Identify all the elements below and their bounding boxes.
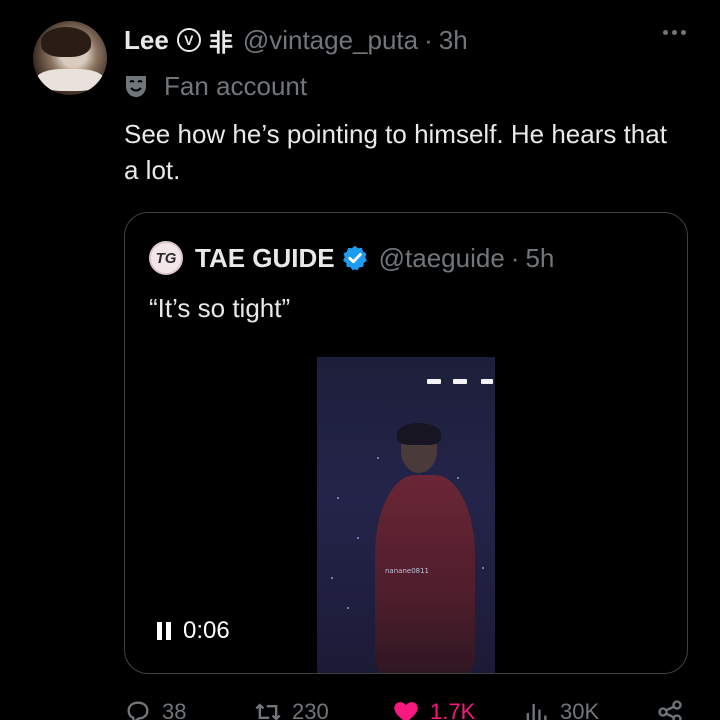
tweet-timestamp[interactable]: 3h bbox=[439, 25, 468, 56]
sparkle bbox=[347, 607, 349, 609]
avatar-hair bbox=[41, 27, 91, 57]
views-button[interactable]: 30K bbox=[522, 698, 599, 720]
reply-icon bbox=[127, 701, 149, 720]
heart-icon bbox=[394, 702, 418, 720]
name-glyph: 非 bbox=[208, 29, 233, 57]
video-controls: 0:06 bbox=[157, 617, 230, 645]
avatar-hand bbox=[37, 69, 103, 91]
stage-light bbox=[427, 379, 441, 384]
sparkle bbox=[377, 457, 379, 459]
quoted-separator-dot: · bbox=[510, 242, 520, 273]
pause-icon[interactable] bbox=[157, 622, 171, 640]
theater-mask-icon bbox=[126, 76, 146, 97]
v-badge-icon: V bbox=[176, 28, 201, 52]
author-handle[interactable]: @vintage_puta bbox=[243, 25, 418, 56]
sparkle bbox=[331, 577, 333, 579]
like-button[interactable]: 1.7K bbox=[392, 698, 475, 720]
verified-badge-icon bbox=[342, 245, 367, 271]
video-elapsed-time: 0:06 bbox=[183, 617, 230, 644]
share-button[interactable] bbox=[656, 698, 694, 720]
sparkle bbox=[337, 497, 339, 499]
share-icon bbox=[658, 700, 682, 720]
video-player[interactable]: nanane0811 bbox=[317, 357, 495, 673]
author-avatar[interactable] bbox=[33, 21, 107, 95]
quoted-author-handle[interactable]: @taeguide bbox=[379, 243, 505, 274]
fan-account-text: Fan account bbox=[164, 70, 308, 101]
quoted-tweet-header: TG TAE GUIDE @taeguide · 5h bbox=[149, 241, 554, 275]
retweet-icon bbox=[255, 703, 281, 720]
views-chart-icon bbox=[526, 703, 547, 720]
sparkle bbox=[482, 567, 484, 569]
views-count: 30K bbox=[560, 699, 600, 720]
quoted-author-name[interactable]: TAE GUIDE bbox=[195, 243, 335, 274]
reply-button[interactable]: 38 bbox=[124, 698, 186, 720]
reply-count: 38 bbox=[162, 699, 187, 720]
tweet-actions: 38 230 1.7K 30K bbox=[124, 698, 694, 720]
separator-dot: · bbox=[424, 24, 433, 55]
more-options-icon[interactable] bbox=[663, 30, 686, 35]
performer-hair bbox=[397, 423, 441, 445]
sparkle bbox=[457, 477, 459, 479]
tweet-header: Lee V 非 @vintage_puta · 3h bbox=[124, 24, 468, 57]
like-count: 1.7K bbox=[430, 699, 476, 720]
sparkle bbox=[357, 537, 359, 539]
author-name[interactable]: Lee bbox=[124, 25, 169, 56]
tweet-text: See how he’s pointing to himself. He hea… bbox=[124, 119, 667, 185]
quoted-timestamp[interactable]: 5h bbox=[525, 243, 554, 274]
video-watermark: nanane0811 bbox=[385, 567, 430, 575]
quoted-tweet[interactable]: TG TAE GUIDE @taeguide · 5h “It’s so tig… bbox=[124, 212, 688, 674]
retweet-button[interactable]: 230 bbox=[254, 698, 329, 720]
retweet-count: 230 bbox=[292, 699, 329, 720]
stage-light bbox=[481, 379, 493, 384]
fan-account-label: Fan account bbox=[124, 70, 307, 102]
quoted-tweet-text: “It’s so tight” bbox=[149, 293, 291, 323]
stage-light bbox=[453, 379, 467, 384]
quoted-author-avatar[interactable]: TG bbox=[149, 241, 183, 275]
